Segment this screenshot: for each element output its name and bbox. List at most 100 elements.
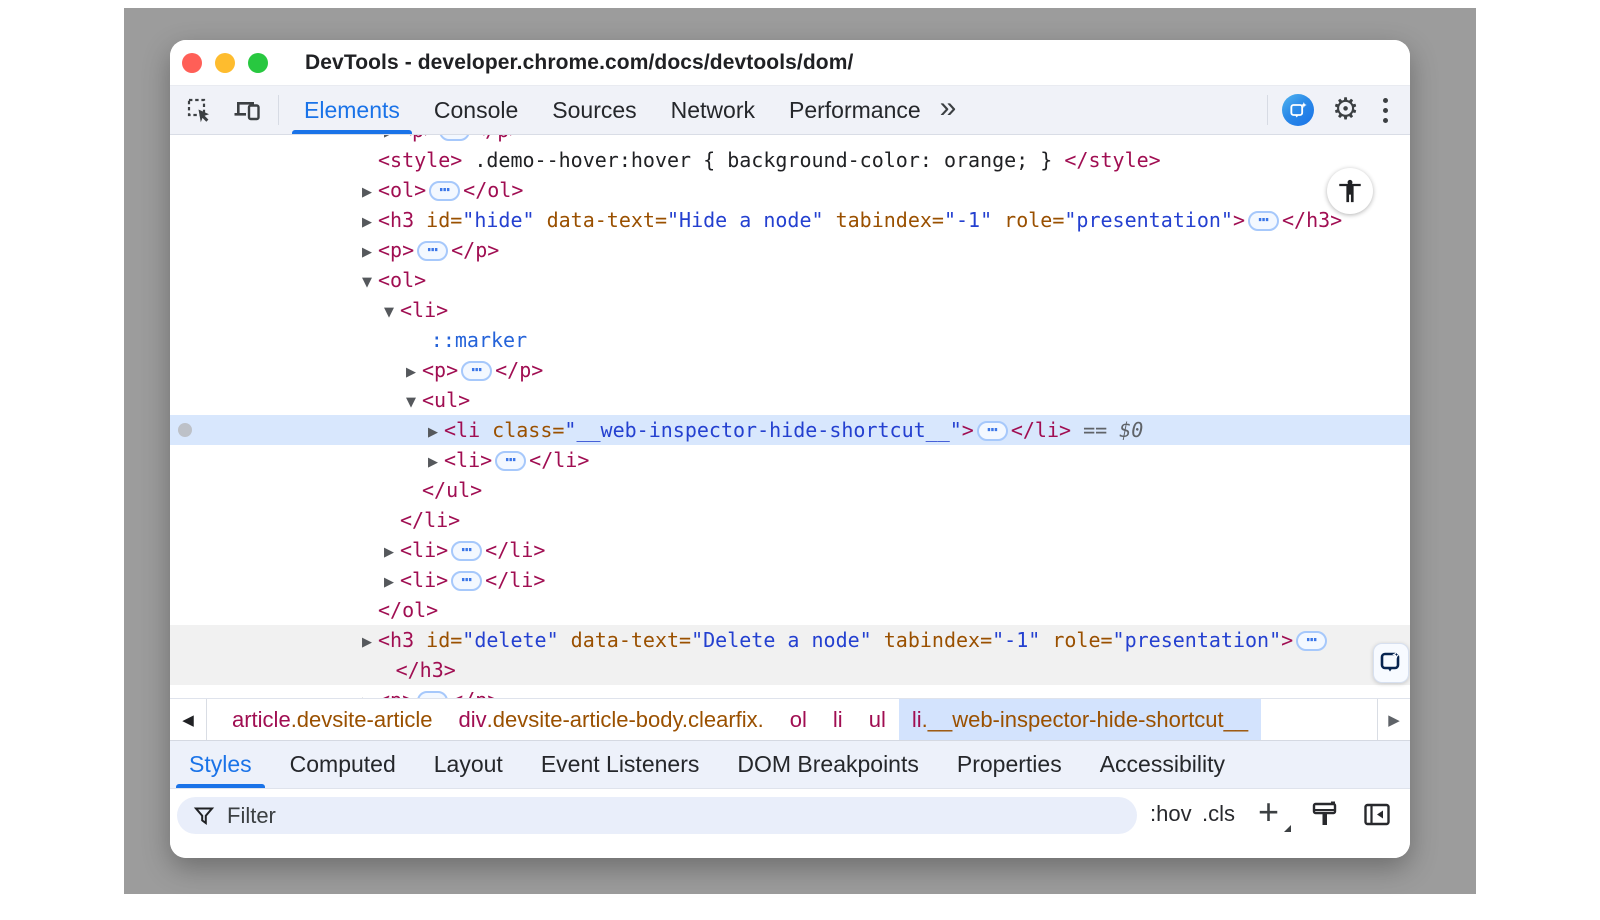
sidebar-tab-dom-breakpoints[interactable]: DOM Breakpoints — [718, 741, 938, 788]
expand-arrow-icon[interactable]: ▶ — [384, 538, 400, 568]
dom-tree-row[interactable]: ▼<li> — [170, 295, 1410, 325]
dom-tree-row[interactable]: </h3> — [170, 655, 1410, 685]
collapse-arrow-icon[interactable]: ▼ — [362, 268, 378, 298]
dom-tree-row[interactable]: </li> — [170, 505, 1410, 535]
filter-field[interactable] — [177, 797, 1137, 834]
dom-tree-row[interactable]: ▶<h3 id="delete" data-text="Delete a nod… — [170, 625, 1410, 655]
dom-tree-row[interactable]: </ul> — [170, 475, 1410, 505]
accessibility-overlay-icon[interactable] — [1327, 168, 1373, 214]
ai-assistance-icon[interactable] — [1282, 94, 1314, 126]
dom-tree-row[interactable]: ▼<ol> — [170, 265, 1410, 295]
expand-arrow-icon[interactable]: ▶ — [362, 238, 378, 268]
code-segment-tg: <li> — [400, 298, 448, 322]
sidebar-pane-tabs: StylesComputedLayoutEvent ListenersDOM B… — [170, 740, 1410, 788]
code-segment-at: class= — [480, 418, 564, 442]
kebab-menu-icon[interactable] — [1383, 98, 1388, 123]
breadcrumb-item[interactable]: li.__web-inspector-hide-shortcut__ — [899, 699, 1261, 740]
breadcrumb-item[interactable]: div.devsite-article-body.clearfix. — [446, 699, 777, 740]
dom-tree-row[interactable]: </ol> — [170, 595, 1410, 625]
new-style-rule-button[interactable]: + — [1258, 791, 1279, 833]
title-bar: DevTools - developer.chrome.com/docs/dev… — [170, 40, 1410, 85]
code-segment-at: role= — [992, 208, 1064, 232]
dom-tree-row[interactable]: ▶<li>⋯</li> — [170, 535, 1410, 565]
expand-arrow-icon[interactable]: ▶ — [362, 208, 378, 238]
dom-tree: ▶<p>⋯</p><style> .demo--hover:hover { ba… — [170, 135, 1410, 698]
code-segment-at: data-text= — [559, 628, 691, 652]
toggle-element-state-button[interactable]: :hov — [1150, 801, 1192, 827]
dom-tree-row[interactable]: ▶<ol>⋯</ol> — [170, 175, 1410, 205]
dom-tree-row[interactable]: ▶<h3 id="hide" data-text="Hide a node" t… — [170, 205, 1410, 235]
collapse-arrow-icon[interactable]: ▼ — [406, 388, 422, 418]
collapsed-content-icon[interactable]: ⋯ — [495, 451, 526, 471]
breadcrumb-scroll-right-button[interactable]: ▶ — [1377, 699, 1410, 740]
collapsed-content-icon[interactable]: ⋯ — [977, 421, 1008, 441]
breadcrumb-tag: ol — [790, 707, 807, 733]
code-segment-tg: </ol> — [378, 598, 438, 622]
code-segment-av: "Delete a node" — [691, 628, 872, 652]
close-window-button[interactable] — [182, 53, 202, 73]
expand-arrow-icon[interactable]: ▶ — [362, 688, 378, 698]
dom-tree-row[interactable]: ▶<p>⋯</p> — [170, 135, 1410, 145]
breadcrumb-classes: .devsite-article — [291, 707, 433, 733]
zoom-window-button[interactable] — [248, 53, 268, 73]
rendering-emulation-icon[interactable] — [1310, 800, 1340, 835]
right-arrow-icon: ▶ — [1388, 711, 1400, 729]
dom-tree-row[interactable]: ::marker — [170, 325, 1410, 355]
tab-console[interactable]: Console — [417, 86, 535, 134]
code-segment-tg: </li> — [529, 448, 589, 472]
dom-tree-row[interactable]: ▶<p>⋯</p> — [170, 355, 1410, 385]
dom-tree-row[interactable]: ▼<ul> — [170, 385, 1410, 415]
collapsed-content-icon[interactable]: ⋯ — [417, 241, 448, 261]
breadcrumb-item[interactable]: ol — [777, 699, 820, 740]
collapsed-content-icon[interactable]: ⋯ — [461, 361, 492, 381]
sidebar-tab-properties[interactable]: Properties — [938, 741, 1081, 788]
breadcrumb-item[interactable]: ul — [856, 699, 899, 740]
minimize-window-button[interactable] — [215, 53, 235, 73]
filter-input[interactable] — [227, 803, 1087, 829]
expand-arrow-icon[interactable]: ▶ — [406, 358, 422, 388]
dom-tree-row[interactable]: ▶<p>⋯</p> — [170, 685, 1410, 698]
expand-arrow-icon[interactable]: ▶ — [428, 418, 444, 448]
expand-arrow-icon[interactable]: ▶ — [362, 628, 378, 658]
collapsed-content-icon[interactable]: ⋯ — [429, 181, 460, 201]
collapsed-content-icon[interactable]: ⋯ — [451, 541, 482, 561]
breadcrumb-item[interactable]: article.devsite-article — [219, 699, 446, 740]
expand-arrow-icon[interactable]: ▶ — [384, 568, 400, 598]
breadcrumb-scroll-left-button[interactable]: ◀ — [170, 699, 207, 740]
collapsed-content-icon[interactable]: ⋯ — [1296, 631, 1327, 651]
sidebar-tab-layout[interactable]: Layout — [415, 741, 522, 788]
sidebar-tab-event-listeners[interactable]: Event Listeners — [522, 741, 719, 788]
dom-tree-row[interactable]: ▶<li class="__web-inspector-hide-shortcu… — [170, 415, 1410, 445]
dom-tree-row[interactable]: ▶<li>⋯</li> — [170, 445, 1410, 475]
collapse-arrow-icon[interactable]: ▼ — [384, 298, 400, 328]
tab-elements[interactable]: Elements — [287, 86, 417, 134]
device-toolbar-icon[interactable] — [232, 95, 262, 125]
sidebar-tab-computed[interactable]: Computed — [271, 741, 415, 788]
tab-network[interactable]: Network — [654, 86, 772, 134]
tab-performance[interactable]: Performance — [772, 86, 938, 134]
dom-tree-row[interactable]: ▶<li>⋯</li> — [170, 565, 1410, 595]
tab-sources[interactable]: Sources — [535, 86, 653, 134]
code-segment-eq: == — [1071, 418, 1119, 442]
sidebar-tab-styles[interactable]: Styles — [170, 741, 271, 788]
collapsed-content-icon[interactable]: ⋯ — [451, 571, 482, 591]
element-classes-button[interactable]: .cls — [1202, 801, 1235, 827]
more-tabs-icon[interactable]: » — [938, 91, 967, 129]
expand-arrow-icon[interactable]: ▶ — [362, 178, 378, 208]
toolbar-divider — [278, 95, 279, 125]
toggle-sidebar-icon[interactable] — [1362, 800, 1392, 835]
sidebar-tab-accessibility[interactable]: Accessibility — [1081, 741, 1244, 788]
expand-arrow-icon[interactable]: ▶ — [428, 448, 444, 478]
inspect-element-icon[interactable] — [184, 95, 214, 125]
breadcrumb-item[interactable]: li — [820, 699, 856, 740]
settings-gear-icon[interactable]: ⚙ — [1332, 95, 1359, 125]
collapsed-content-icon[interactable]: ⋯ — [439, 135, 470, 141]
collapsed-content-icon[interactable]: ⋯ — [1248, 211, 1279, 231]
ai-assistance-badge-icon[interactable] — [1373, 643, 1409, 683]
code-segment-tg: <p> — [378, 688, 414, 698]
window-title: DevTools - developer.chrome.com/docs/dev… — [305, 51, 853, 75]
dom-tree-row[interactable]: ▶<p>⋯</p> — [170, 235, 1410, 265]
breadcrumb-classes: .__web-inspector-hide-shortcut__ — [922, 707, 1249, 733]
collapsed-content-icon[interactable]: ⋯ — [417, 691, 448, 698]
dom-tree-row[interactable]: <style> .demo--hover:hover { background-… — [170, 145, 1410, 175]
